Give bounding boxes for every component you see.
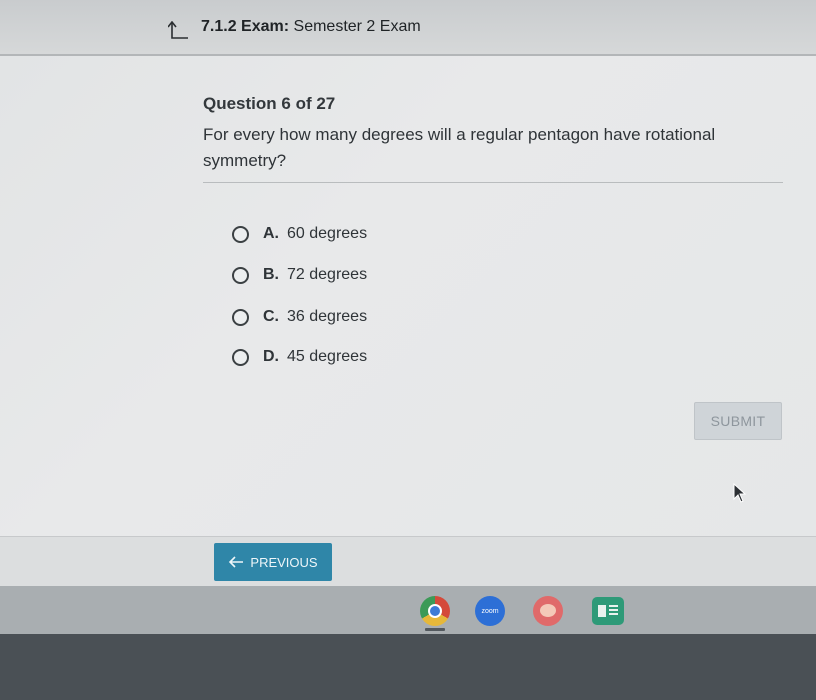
option-text: 72 degrees [287,266,368,283]
exam-header: 7.1.2 Exam: Semester 2 Exam [0,0,816,56]
option-d[interactable]: D. 45 degrees [232,343,367,371]
palette-icon[interactable] [533,596,563,626]
radio-button-b[interactable] [232,266,249,284]
radio-button-c[interactable] [232,308,249,326]
exam-title-rest: Semester 2 Exam [293,18,421,35]
option-letter: D. [263,348,279,365]
option-letter: B. [263,266,279,283]
option-text: 60 degrees [287,225,368,242]
option-b[interactable]: B. 72 degrees [232,261,367,289]
arrow-left-icon [229,556,244,568]
question-panel: Question 6 of 27 For every how many degr… [0,56,816,536]
option-a[interactable]: A. 60 degrees [232,220,367,248]
chrome-icon[interactable] [420,596,450,626]
question-number: Question 6 of 27 [203,94,336,113]
option-letter: A. [263,225,279,242]
exam-title-prefix: 7.1.2 Exam: [201,18,290,35]
question-text: For every how many degrees will a regula… [203,125,716,170]
option-letter: C. [263,308,279,325]
divider [203,182,783,183]
slides-icon[interactable] [592,597,624,625]
mouse-cursor-icon [733,483,747,503]
active-app-indicator [425,628,445,631]
option-text: 45 degrees [287,348,368,365]
zoom-icon[interactable]: zoom [475,596,505,626]
previous-label: PREVIOUS [250,554,318,570]
submit-button[interactable]: SUBMIT [694,402,782,440]
zoom-icon-label: zoom [481,607,499,615]
taskbar: zoom [0,586,816,634]
exam-title: 7.1.2 Exam: Semester 2 Exam [201,18,421,36]
radio-button-d[interactable] [232,348,249,366]
option-c[interactable]: C. 36 degrees [232,303,367,331]
screen-bezel [0,634,816,700]
navigation-bar: PREVIOUS [0,536,816,587]
previous-button[interactable]: PREVIOUS [214,543,332,581]
option-text: 36 degrees [287,308,368,325]
radio-button-a[interactable] [232,225,249,243]
up-arrow-icon[interactable] [168,21,190,41]
